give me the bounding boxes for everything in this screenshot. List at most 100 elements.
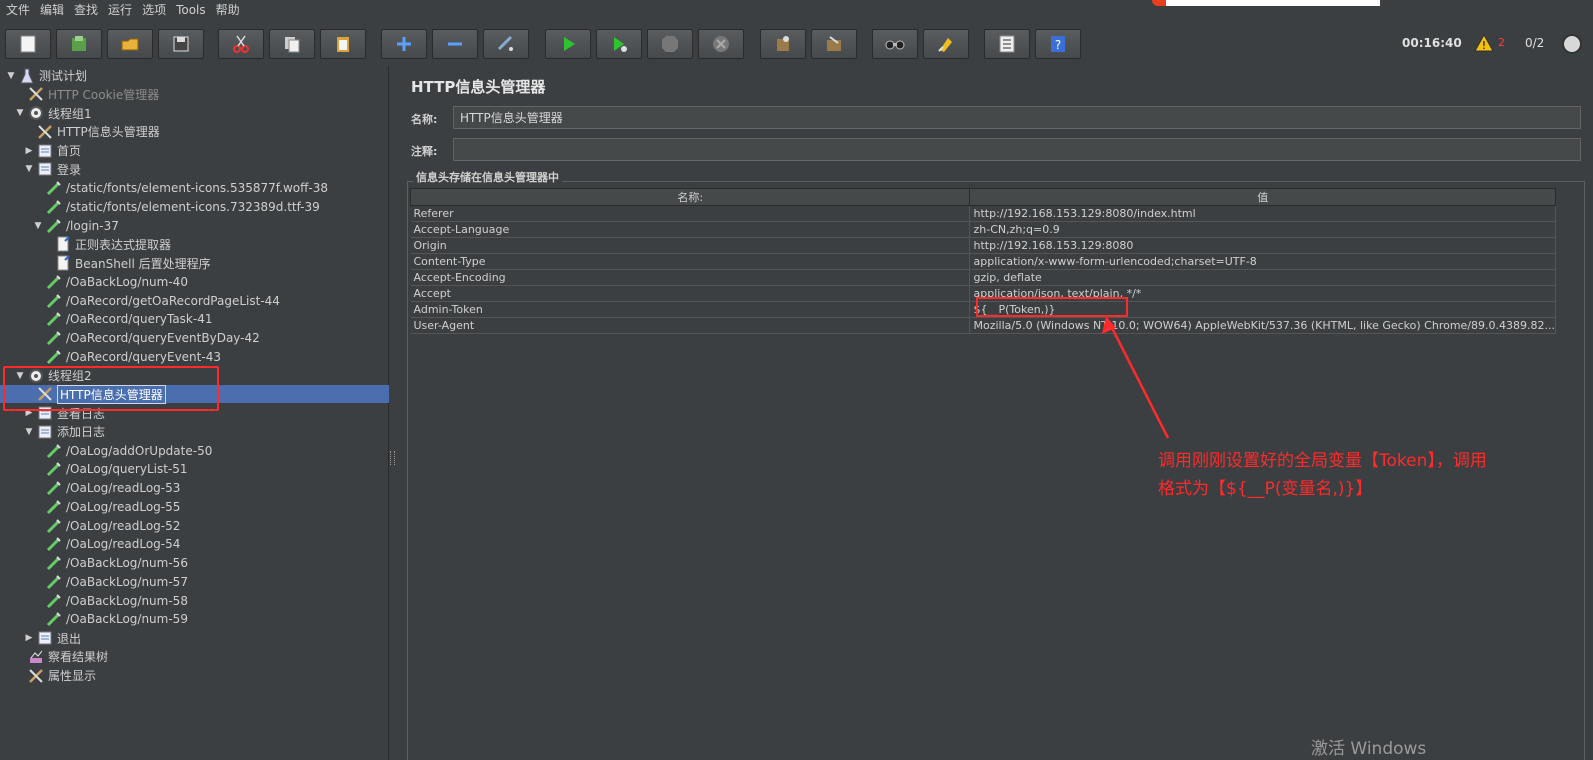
tree-node[interactable]: /OaLog/readLog-54: [33, 535, 180, 554]
tree-node[interactable]: ▼ 添加日志: [24, 422, 105, 441]
expanded-arrow-icon[interactable]: ▼: [6, 71, 16, 81]
tree-node[interactable]: /OaBackLog/num-57: [33, 572, 188, 591]
table-row[interactable]: Accept-Language zh-CN,zh;q=0.9: [410, 221, 1556, 238]
tree-node[interactable]: /OaRecord/queryTask-41: [33, 310, 212, 329]
tree-node[interactable]: ▶ 首页: [24, 141, 81, 160]
header-value-cell[interactable]: Mozilla/5.0 (Windows NT 10.0; WOW64) App…: [969, 317, 1556, 334]
cut-button[interactable]: [218, 29, 264, 59]
expanded-arrow-icon[interactable]: ▼: [33, 221, 43, 231]
table-row[interactable]: Origin http://192.168.153.129:8080: [410, 237, 1556, 254]
menu-edit[interactable]: 编辑: [38, 1, 72, 19]
remote-status-icon[interactable]: [1562, 34, 1582, 54]
table-row[interactable]: Referer http://192.168.153.129:8080/index…: [410, 205, 1556, 222]
tree-node[interactable]: HTTP Cookie管理器: [15, 85, 159, 104]
tree-node[interactable]: ▶ 退出: [24, 629, 81, 648]
tree-node[interactable]: ▼ /login-37: [33, 216, 119, 235]
column-header-name[interactable]: 名称:: [409, 188, 971, 206]
header-value-cell[interactable]: application/x-www-form-urlencoded;charse…: [969, 253, 1556, 270]
tree-node[interactable]: /OaLog/readLog-52: [33, 516, 180, 535]
tree-node[interactable]: /OaLog/queryList-51: [33, 460, 188, 479]
tree-node[interactable]: /OaLog/readLog-55: [33, 497, 180, 516]
header-value-cell[interactable]: http://192.168.153.129:8080/index.html: [969, 205, 1556, 222]
tree-node[interactable]: HTTP信息头管理器: [24, 122, 160, 141]
stop-icon: [662, 36, 678, 52]
clear-all-button[interactable]: [811, 29, 857, 59]
tree-node[interactable]: /OaBackLog/num-40: [33, 272, 188, 291]
templates-button[interactable]: [56, 29, 102, 59]
menu-help[interactable]: 帮助: [214, 1, 248, 19]
header-name-cell[interactable]: Accept-Encoding: [410, 269, 971, 286]
header-name-cell[interactable]: Accept: [410, 285, 971, 302]
table-row[interactable]: User-Agent Mozilla/5.0 (Windows NT 10.0; …: [410, 317, 1556, 334]
header-name-cell[interactable]: Referer: [410, 205, 971, 222]
expanded-arrow-icon[interactable]: ▼: [15, 108, 25, 118]
menu-run[interactable]: 运行: [106, 1, 140, 19]
tree-node[interactable]: 属性显示: [15, 666, 96, 685]
tree-node[interactable]: BeanShell 后置处理程序: [42, 254, 211, 273]
column-header-value[interactable]: 值: [969, 188, 1556, 206]
header-value-cell[interactable]: http://192.168.153.129:8080: [969, 237, 1556, 254]
table-row[interactable]: Content-Type application/x-www-form-urlen…: [410, 253, 1556, 270]
tree-node[interactable]: /OaRecord/getOaRecordPageList-44: [33, 291, 280, 310]
expand-all-button[interactable]: [381, 29, 427, 59]
expanded-arrow-icon[interactable]: ▼: [24, 164, 34, 174]
tree-node[interactable]: ▼ 登录: [24, 160, 81, 179]
menu-file[interactable]: 文件: [4, 1, 38, 19]
help-button[interactable]: ?: [1035, 29, 1081, 59]
open-icon: [121, 38, 139, 51]
test-plan-tree[interactable]: ▼ 测试计划 HTTP Cookie管理器 ▼ 线程组1 HTTP信息头管理器 ▶ 首页 ▼ 登录…: [0, 66, 389, 760]
sampler-icon: [46, 443, 62, 459]
header-name-cell[interactable]: User-Agent: [410, 317, 971, 334]
header-value-cell[interactable]: zh-CN,zh;q=0.9: [969, 221, 1556, 238]
pane-splitter[interactable]: [389, 66, 396, 760]
table-row[interactable]: Accept-Encoding gzip, deflate: [410, 269, 1556, 286]
tree-node[interactable]: /OaLog/readLog-53: [33, 479, 180, 498]
copy-button[interactable]: [269, 29, 315, 59]
menu-search[interactable]: 查找: [72, 1, 106, 19]
name-field[interactable]: [453, 106, 1581, 129]
tree-node[interactable]: /OaBackLog/num-59: [33, 610, 188, 629]
new-button[interactable]: [5, 29, 51, 59]
tree-node[interactable]: ▼ 线程组1: [15, 104, 92, 123]
stop-button[interactable]: [647, 29, 693, 59]
tree-node[interactable]: /static/fonts/element-icons.732389d.ttf-…: [33, 197, 320, 216]
paste-button[interactable]: [320, 29, 366, 59]
function-helper-button[interactable]: [984, 29, 1030, 59]
collapsed-arrow-icon[interactable]: ▶: [24, 146, 34, 156]
toggle-button[interactable]: [483, 29, 529, 59]
tree-node[interactable]: /static/fonts/element-icons.535877f.woff…: [33, 179, 328, 198]
header-name-cell[interactable]: Accept-Language: [410, 221, 971, 238]
tree-node[interactable]: 察看结果树: [15, 647, 108, 666]
tree-node[interactable]: 正则表达式提取器: [42, 235, 171, 254]
collapsed-arrow-icon[interactable]: ▶: [24, 633, 34, 643]
header-name-cell[interactable]: Content-Type: [410, 253, 971, 270]
start-no-pause-button[interactable]: [596, 29, 642, 59]
collapse-all-button[interactable]: [432, 29, 478, 59]
tree-node[interactable]: ▼ 测试计划: [6, 66, 87, 85]
reset-search-button[interactable]: [923, 29, 969, 59]
clear-button[interactable]: [760, 29, 806, 59]
templates-icon: [72, 36, 86, 51]
active-threads: 0/2: [1525, 36, 1545, 50]
tree-node[interactable]: /OaRecord/queryEvent-43: [33, 347, 221, 366]
expanded-arrow-icon[interactable]: ▼: [24, 427, 34, 437]
tree-node[interactable]: /OaBackLog/num-58: [33, 591, 188, 610]
tree-node[interactable]: /OaRecord/queryEventByDay-42: [33, 329, 260, 348]
header-name-cell[interactable]: Origin: [410, 237, 971, 254]
menu-tools[interactable]: Tools: [174, 1, 214, 19]
save-button[interactable]: [158, 29, 204, 59]
tree-node-label: 添加日志: [57, 425, 106, 440]
start-button[interactable]: [545, 29, 591, 59]
open-button[interactable]: [107, 29, 153, 59]
shutdown-button[interactable]: [698, 29, 744, 59]
tree-node[interactable]: /OaBackLog/num-56: [33, 554, 188, 573]
menu-options[interactable]: 选项: [140, 1, 174, 19]
header-name-cell[interactable]: Admin-Token: [410, 301, 971, 318]
transaction-controller-icon: [37, 630, 53, 646]
warning-icon[interactable]: !: [1474, 34, 1494, 52]
search-button[interactable]: [872, 29, 918, 59]
header-value-cell[interactable]: gzip, deflate: [969, 269, 1556, 286]
tree-node[interactable]: /OaLog/addOrUpdate-50: [33, 441, 212, 460]
comment-field[interactable]: [453, 138, 1581, 161]
sampler-icon: [46, 611, 62, 627]
